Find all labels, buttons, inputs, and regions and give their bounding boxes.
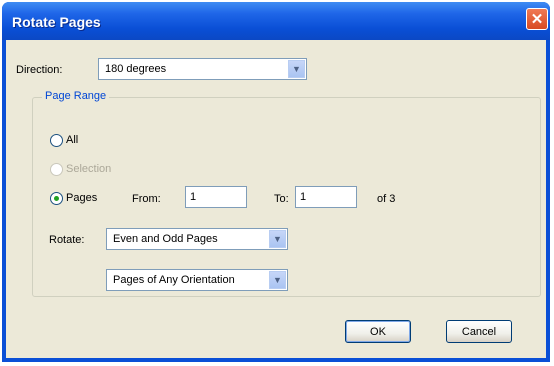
rotate-pages-dialog: Rotate Pages ✕ Direction: 180 degrees ▼ … — [2, 2, 550, 362]
from-field[interactable] — [185, 186, 247, 208]
rotate-parity-select[interactable]: Even and Odd Pages ▼ — [106, 228, 288, 250]
radio-all-label: All — [66, 134, 79, 146]
direction-value: 180 degrees — [105, 63, 167, 75]
rotate-orientation-value: Pages of Any Orientation — [113, 274, 235, 286]
ok-button[interactable]: OK — [345, 320, 411, 343]
rotate-parity-value: Even and Odd Pages — [113, 233, 218, 245]
chevron-down-icon: ▼ — [269, 230, 286, 248]
page-range-legend: Page Range — [42, 90, 110, 102]
radio-pages[interactable] — [50, 192, 63, 205]
dialog-title: Rotate Pages — [12, 14, 101, 30]
to-field[interactable] — [295, 186, 357, 208]
rotate-orientation-select[interactable]: Pages of Any Orientation ▼ — [106, 269, 288, 291]
cancel-button[interactable]: Cancel — [446, 320, 512, 343]
from-input[interactable] — [186, 187, 246, 207]
page-count-text: of 3 — [377, 193, 396, 205]
radio-selection[interactable] — [50, 163, 63, 176]
from-label: From: — [132, 193, 161, 205]
chevron-down-icon: ▼ — [269, 271, 286, 289]
radio-selection-label: Selection — [66, 163, 112, 175]
radio-pages-label: Pages — [66, 192, 98, 204]
chevron-down-icon: ▼ — [288, 60, 305, 78]
close-button[interactable]: ✕ — [526, 8, 548, 30]
direction-select[interactable]: 180 degrees ▼ — [98, 58, 307, 80]
direction-label: Direction: — [16, 64, 63, 76]
rotate-label: Rotate: — [49, 234, 85, 246]
radio-selected-dot — [54, 196, 59, 201]
to-label: To: — [274, 193, 289, 205]
radio-all[interactable] — [50, 134, 63, 147]
to-input[interactable] — [296, 187, 356, 207]
dialog-body: Direction: 180 degrees ▼ Page Range All … — [6, 40, 546, 358]
title-bar[interactable]: Rotate Pages ✕ — [2, 2, 550, 40]
close-icon: ✕ — [530, 11, 544, 28]
